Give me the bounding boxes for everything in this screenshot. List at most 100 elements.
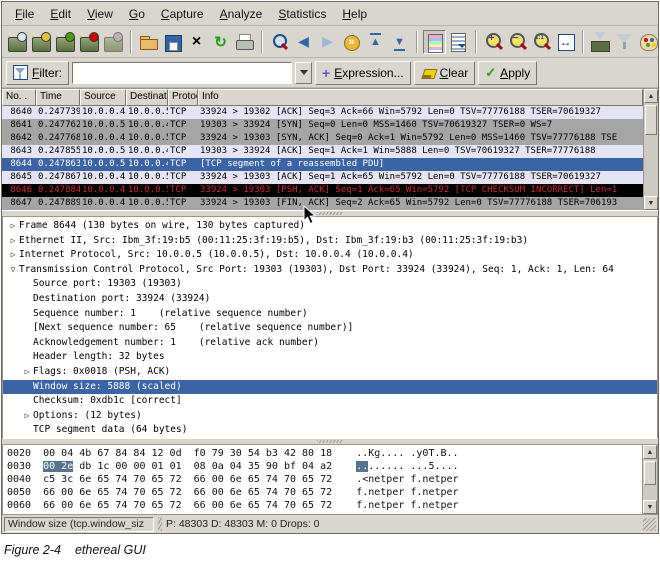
- tree-row[interactable]: ▷Internet Protocol, Src: 10.0.0.5 (10.0.…: [3, 248, 657, 263]
- expander-icon[interactable]: ▷: [21, 365, 33, 380]
- tree-row[interactable]: Acknowledgement number: 1 (relative ack …: [3, 336, 657, 351]
- resize-columns-button[interactable]: ↔: [554, 30, 577, 54]
- window-resize-grip[interactable]: [643, 518, 656, 531]
- hex-row[interactable]: 0030 00 2e db 1c 00 00 01 01 08 0a 04 35…: [7, 460, 642, 473]
- menu-view[interactable]: View: [80, 4, 120, 24]
- scroll-down-icon[interactable]: ▼: [644, 196, 658, 210]
- colorize-button[interactable]: [423, 30, 446, 54]
- packet-row[interactable]: 86440.24786310.0.0.510.0.0.4TCP[TCP segm…: [2, 158, 643, 171]
- reload-button[interactable]: ↻: [209, 30, 232, 54]
- packet-row[interactable]: 86400.24773910.0.0.410.0.0.5TCP33924 > 1…: [2, 106, 643, 119]
- zoom-100-button[interactable]: 1:1: [530, 30, 553, 54]
- toolbar-separator: [475, 31, 477, 53]
- print-button[interactable]: [233, 30, 256, 54]
- go-last-button[interactable]: ▼: [388, 30, 411, 54]
- tree-row[interactable]: ▽Transmission Control Protocol, Src Port…: [3, 263, 657, 278]
- tree-row[interactable]: ▷Options: (12 bytes): [3, 409, 657, 424]
- expander-icon[interactable]: ▷: [7, 248, 19, 263]
- tree-indent: [21, 307, 33, 322]
- pane-divider[interactable]: [2, 211, 658, 216]
- go-forward-button[interactable]: ▶: [316, 30, 339, 54]
- resize-columns-icon: ↔: [554, 30, 577, 54]
- tree-row[interactable]: ▷Frame 8644 (130 bytes on wire, 130 byte…: [3, 219, 657, 234]
- tree-row[interactable]: Window size: 5888 (scaled): [3, 380, 657, 395]
- close-button[interactable]: ×: [185, 30, 208, 54]
- column-header-source[interactable]: Source: [80, 89, 126, 106]
- capture-filters-button[interactable]: [589, 30, 612, 54]
- column-header-info[interactable]: Info: [198, 89, 643, 106]
- packet-row[interactable]: 86420.24776810.0.0.410.0.0.5TCP33924 > 1…: [2, 132, 643, 145]
- hex-row[interactable]: 0050 66 00 6e 65 74 70 65 72 66 00 6e 65…: [7, 486, 642, 499]
- save-button[interactable]: [161, 30, 184, 54]
- packet-list-scrollbar[interactable]: ▲ ▼: [643, 89, 658, 210]
- packet-row[interactable]: 86430.24785510.0.0.510.0.0.4TCP19303 > 3…: [2, 145, 643, 158]
- tree-row[interactable]: Sequence number: 1 (relative sequence nu…: [3, 307, 657, 322]
- filter-button[interactable]: Filter:: [6, 61, 69, 85]
- scrollbar-thumb[interactable]: [644, 461, 656, 485]
- column-header-no[interactable]: No. .: [2, 89, 36, 106]
- capture-options-button[interactable]: [30, 30, 53, 54]
- status-divider-grip[interactable]: [158, 517, 162, 531]
- reload-icon: ↻: [209, 30, 232, 54]
- filter-dropdown-button[interactable]: [295, 62, 312, 84]
- column-header-time[interactable]: Time: [36, 89, 80, 106]
- display-filters-button[interactable]: [613, 30, 636, 54]
- expression-button[interactable]: + Expression...: [315, 61, 411, 85]
- menu-statistics[interactable]: Statistics: [271, 4, 333, 24]
- tree-indent: [21, 321, 33, 336]
- menu-capture[interactable]: Capture: [154, 4, 211, 24]
- expander-icon[interactable]: ▷: [21, 409, 33, 424]
- clear-button[interactable]: Clear: [414, 61, 476, 85]
- coloring-rules-button[interactable]: [637, 30, 660, 54]
- tree-row[interactable]: Header length: 32 bytes: [3, 350, 657, 365]
- tree-row[interactable]: Checksum: 0xdb1c [correct]: [3, 394, 657, 409]
- packet-row[interactable]: 86460.24788410.0.0.410.0.0.5TCP33924 > 1…: [2, 184, 643, 197]
- hex-row[interactable]: 0040 c5 3c 6e 65 74 70 65 72 66 00 6e 65…: [7, 473, 642, 486]
- go-back-button[interactable]: ◀: [292, 30, 315, 54]
- column-header-destination[interactable]: Destination: [126, 89, 168, 106]
- expander-icon[interactable]: ▷: [7, 219, 19, 234]
- hex-row[interactable]: 0060 66 00 6e 65 74 70 65 72 66 00 6e 65…: [7, 499, 642, 512]
- auto-scroll-button[interactable]: [447, 30, 470, 54]
- menu-go[interactable]: Go: [122, 4, 152, 24]
- packet-row[interactable]: 86450.24786710.0.0.410.0.0.5TCP33924 > 1…: [2, 171, 643, 184]
- capture-restart-button[interactable]: [102, 30, 125, 54]
- capture-stop-button[interactable]: [78, 30, 101, 54]
- scroll-up-icon[interactable]: ▲: [644, 89, 658, 103]
- hex-row[interactable]: 0020 00 04 4b 67 84 84 12 0d f0 79 30 54…: [7, 447, 642, 460]
- menu-file[interactable]: File: [8, 4, 41, 24]
- expander-icon[interactable]: ▽: [7, 263, 19, 278]
- menu-edit[interactable]: Edit: [43, 4, 78, 24]
- scrollbar-thumb[interactable]: [645, 105, 657, 135]
- go-first-button[interactable]: ▲: [364, 30, 387, 54]
- filter-input[interactable]: [72, 62, 292, 84]
- status-field-label[interactable]: Window size (tcp.window_siz: [4, 517, 154, 532]
- scroll-down-icon[interactable]: ▼: [643, 500, 657, 514]
- tree-row[interactable]: TCP segment data (64 bytes): [3, 423, 657, 438]
- zoom-out-button[interactable]: −: [506, 30, 529, 54]
- packet-row[interactable]: 86410.24776210.0.0.510.0.0.4TCP19303 > 3…: [2, 119, 643, 132]
- packet-row[interactable]: 86470.24788910.0.0.410.0.0.5TCP33924 > 1…: [2, 197, 643, 210]
- tree-row[interactable]: Source port: 19303 (19303): [3, 277, 657, 292]
- menu-help[interactable]: Help: [335, 4, 374, 24]
- find-button[interactable]: [268, 30, 291, 54]
- open-button[interactable]: [137, 30, 160, 54]
- go-to-packet-icon: »: [340, 30, 363, 54]
- filter-bar: Filter: + Expression... Clear ✓ Apply: [2, 58, 658, 88]
- hex-scrollbar[interactable]: ▲ ▼: [642, 445, 657, 514]
- scroll-up-icon[interactable]: ▲: [643, 445, 657, 459]
- tree-row[interactable]: ▷Flags: 0x0018 (PSH, ACK): [3, 365, 657, 380]
- go-to-packet-button[interactable]: »: [340, 30, 363, 54]
- interfaces-button[interactable]: [6, 30, 29, 54]
- capture-start-button[interactable]: [54, 30, 77, 54]
- divider-grip: [317, 212, 343, 215]
- zoom-in-button[interactable]: +: [482, 30, 505, 54]
- pane-divider[interactable]: [2, 439, 658, 444]
- tree-row[interactable]: [Next sequence number: 65 (relative sequ…: [3, 321, 657, 336]
- menu-analyze[interactable]: Analyze: [213, 4, 270, 24]
- expander-icon[interactable]: ▷: [7, 234, 19, 249]
- tree-row[interactable]: ▷Ethernet II, Src: Ibm_3f:19:b5 (00:11:2…: [3, 234, 657, 249]
- apply-button[interactable]: ✓ Apply: [478, 61, 537, 85]
- tree-row[interactable]: Destination port: 33924 (33924): [3, 292, 657, 307]
- column-header-protocol[interactable]: Protocol: [168, 89, 198, 106]
